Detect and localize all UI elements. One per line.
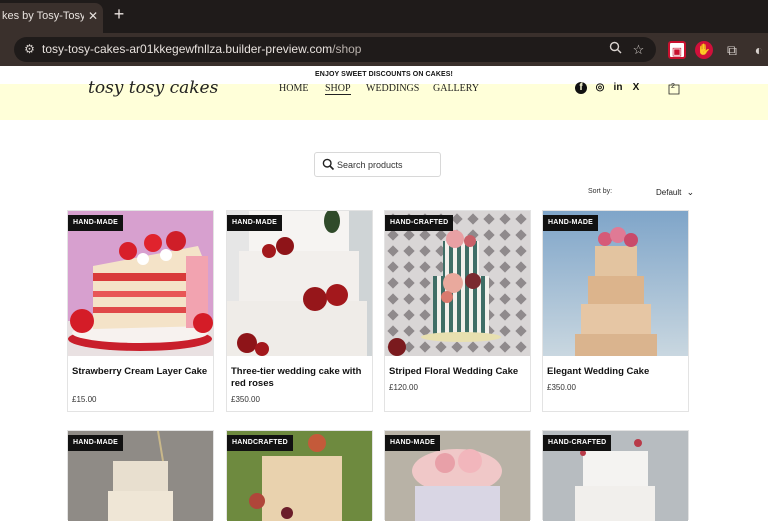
address-bar[interactable]: ⚙ tosy-tosy-cakes-ar01kkegewfnllza.build… bbox=[14, 37, 656, 62]
product-card[interactable]: HAND-MADE Strawberry Cream Layer Cake £1… bbox=[67, 210, 214, 412]
product-price: £350.00 bbox=[547, 383, 576, 392]
site-header: tosy tosy cakes HOME SHOP WEDDINGS GALLE… bbox=[0, 78, 768, 120]
facebook-icon[interactable]: f bbox=[575, 82, 587, 94]
browser-tab[interactable]: kes by Tosy-Tosy | T ✕ bbox=[0, 3, 103, 33]
product-price: £120.00 bbox=[389, 383, 418, 392]
site-logo[interactable]: tosy tosy cakes bbox=[88, 78, 218, 98]
product-image-red-roses-cake[interactable]: HAND-MADE bbox=[227, 211, 372, 356]
product-image[interactable]: HAND-MADE bbox=[385, 431, 530, 521]
x-twitter-icon[interactable]: X bbox=[630, 82, 642, 94]
cart-count: 2 bbox=[671, 83, 675, 90]
product-image-elegant-cake[interactable]: HAND-MADE bbox=[543, 211, 688, 356]
sort-value: Default bbox=[656, 188, 682, 197]
bookmark-star-icon[interactable]: ☆ bbox=[630, 41, 647, 58]
extension-hand-icon[interactable]: ✋ bbox=[695, 41, 713, 59]
product-name[interactable]: Three-tier wedding cake with red roses bbox=[231, 366, 368, 390]
product-card[interactable]: HAND-CRAFTED Striped Floral Wedding Cake… bbox=[384, 210, 531, 412]
url-text[interactable]: tosy-tosy-cakes-ar01kkegewfnllza.builder… bbox=[42, 37, 361, 62]
product-price: £15.00 bbox=[72, 395, 97, 404]
nav-gallery[interactable]: GALLERY bbox=[433, 83, 479, 94]
product-card[interactable]: HAND-MADE Elegant Wedding Cake £350.00 bbox=[542, 210, 689, 412]
browser-tab-bar: kes by Tosy-Tosy | T ✕ + bbox=[0, 0, 768, 33]
browser-toolbar: ⚙ tosy-tosy-cakes-ar01kkegewfnllza.build… bbox=[0, 33, 768, 66]
product-card[interactable]: HAND-MADE bbox=[384, 430, 531, 521]
sort-select[interactable]: Default ⌄ bbox=[656, 187, 694, 198]
product-badge: HAND-MADE bbox=[68, 435, 123, 451]
product-image-strawberry-cake[interactable]: HAND-MADE bbox=[68, 211, 213, 356]
new-tab-button[interactable]: + bbox=[111, 5, 127, 23]
product-card[interactable]: HAND-MADE Three-tier wedding cake with r… bbox=[226, 210, 373, 412]
product-badge: HAND-MADE bbox=[227, 215, 282, 231]
sort-label: Sort by: bbox=[588, 188, 613, 195]
product-card[interactable]: HANDCRAFTED bbox=[226, 430, 373, 521]
search-icon bbox=[322, 158, 335, 171]
site-info-icon[interactable]: ⚙ bbox=[22, 42, 37, 57]
search-input[interactable] bbox=[337, 153, 437, 176]
product-image[interactable]: HAND-CRAFTED bbox=[543, 431, 688, 521]
product-name[interactable]: Elegant Wedding Cake bbox=[547, 366, 684, 378]
product-name[interactable]: Strawberry Cream Layer Cake bbox=[72, 366, 209, 378]
product-image[interactable]: HANDCRAFTED bbox=[227, 431, 372, 521]
product-name[interactable]: Striped Floral Wedding Cake bbox=[389, 366, 526, 378]
linkedin-icon[interactable]: in bbox=[612, 82, 624, 94]
nav-home[interactable]: HOME bbox=[279, 83, 308, 94]
product-search[interactable] bbox=[314, 152, 441, 177]
product-card[interactable]: HAND-MADE bbox=[67, 430, 214, 521]
product-badge: HAND-CRAFTED bbox=[385, 215, 454, 231]
product-image-striped-cake[interactable]: HAND-CRAFTED bbox=[385, 211, 530, 356]
product-image[interactable]: HAND-MADE bbox=[68, 431, 213, 521]
extensions-puzzle-icon[interactable]: ⧉ bbox=[723, 41, 741, 59]
product-badge: HAND-CRAFTED bbox=[543, 435, 612, 451]
product-card[interactable]: HAND-CRAFTED bbox=[542, 430, 689, 521]
cart-icon[interactable]: 2 bbox=[668, 81, 680, 95]
product-badge: HAND-MADE bbox=[385, 435, 440, 451]
close-tab-icon[interactable]: ✕ bbox=[86, 3, 100, 29]
url-path: /shop bbox=[332, 42, 362, 56]
product-badge: HAND-MADE bbox=[68, 215, 123, 231]
zoom-icon[interactable] bbox=[607, 41, 624, 58]
product-badge: HANDCRAFTED bbox=[227, 435, 293, 451]
nav-shop[interactable]: SHOP bbox=[325, 83, 351, 95]
instagram-icon[interactable]: ◎ bbox=[594, 82, 606, 94]
product-price: £350.00 bbox=[231, 395, 260, 404]
product-badge: HAND-MADE bbox=[543, 215, 598, 231]
nav-weddings[interactable]: WEDDINGS bbox=[366, 83, 419, 94]
url-host: tosy-tosy-cakes-ar01kkegewfnllza.builder… bbox=[42, 42, 333, 56]
chevron-down-icon: ⌄ bbox=[686, 187, 695, 197]
tab-title: kes by Tosy-Tosy | T bbox=[2, 10, 84, 22]
extension-icon[interactable]: ▣ bbox=[668, 41, 686, 59]
profile-icon[interactable]: ◐ bbox=[750, 41, 768, 59]
